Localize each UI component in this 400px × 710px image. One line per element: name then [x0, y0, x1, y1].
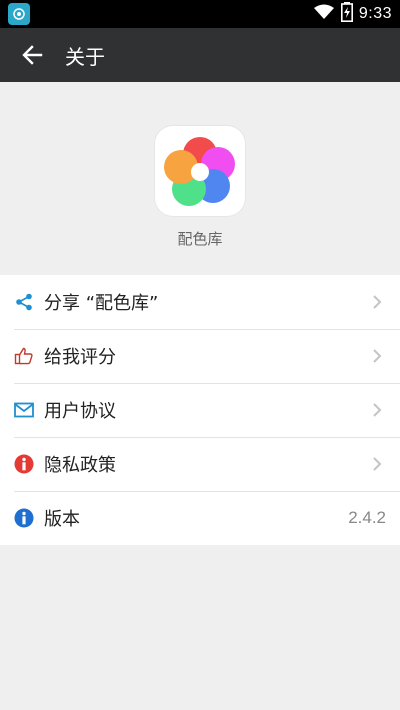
menu-item-rate[interactable]: 给我评分 [0, 329, 400, 383]
menu-item-label: 隐私政策 [44, 455, 116, 476]
page-title: 关于 [65, 44, 105, 69]
menu-item-label: 用户协议 [44, 401, 116, 422]
app-logo-icon [164, 137, 235, 206]
menu-item-privacy-policy[interactable]: 隐私政策 [0, 437, 400, 491]
about-menu-list: 分享 “配色库” 给我评分 用户协议 隐私政策 版本 2.4.2 [0, 275, 400, 545]
chevron-right-icon [370, 346, 384, 366]
back-button[interactable] [5, 28, 59, 82]
battery-charging-icon [340, 2, 353, 26]
status-bar: 9:33 [0, 0, 400, 28]
status-time: 9:33 [358, 5, 392, 22]
chevron-right-icon [370, 400, 384, 420]
share-icon [14, 292, 34, 312]
chevron-right-icon [370, 292, 384, 312]
chevron-right-icon [370, 454, 384, 474]
wifi-icon [313, 4, 335, 24]
info-circle-icon [14, 454, 34, 474]
app-notification-icon [8, 3, 30, 25]
menu-item-label: 给我评分 [44, 347, 116, 368]
app-name: 配色库 [177, 230, 223, 248]
menu-item-share[interactable]: 分享 “配色库” [0, 275, 400, 329]
arrow-left-icon [22, 45, 43, 65]
menu-item-label: 分享 “配色库” [44, 293, 159, 314]
version-value: 2.4.2 [348, 508, 386, 527]
envelope-icon [14, 400, 34, 420]
app-bar: 关于 [0, 28, 400, 82]
app-logo [155, 126, 245, 216]
info-circle-icon [14, 508, 34, 528]
menu-item-version: 版本 2.4.2 [0, 491, 400, 545]
thumbs-up-icon [14, 346, 34, 366]
menu-item-user-agreement[interactable]: 用户协议 [0, 383, 400, 437]
menu-item-label: 版本 [44, 509, 80, 530]
